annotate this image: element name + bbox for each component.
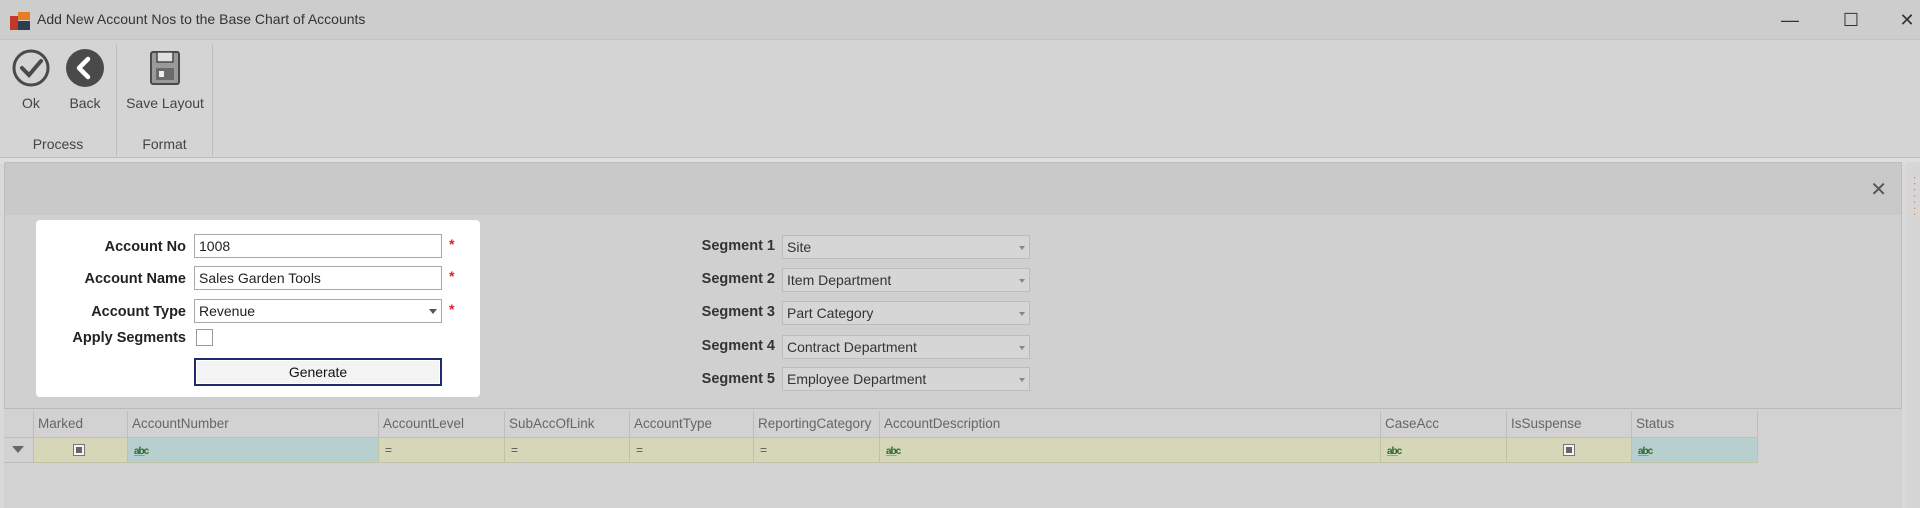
chevron-down-icon[interactable] xyxy=(1019,246,1025,250)
ribbon-group-process: Ok Back Process xyxy=(0,44,117,158)
segment-5-label: Segment 5 xyxy=(701,371,775,387)
text-filter-icon: a̲b̲c xyxy=(134,446,149,457)
segment-1-value: Site xyxy=(787,239,812,255)
column-header-is-suspense[interactable]: IsSuspense xyxy=(1507,411,1632,437)
filter-cell-sub-acc-of-link[interactable]: = xyxy=(505,437,630,463)
segment-2-value: Item Department xyxy=(787,272,892,288)
column-header-case-acc[interactable]: CaseAcc xyxy=(1381,411,1507,437)
apply-segments-checkbox[interactable] xyxy=(196,329,213,346)
filter-cell-status[interactable]: a̲b̲c xyxy=(1632,437,1758,463)
minimize-button[interactable]: — xyxy=(1775,8,1805,32)
segment-1-select[interactable]: Site xyxy=(782,235,1030,259)
column-header-marked[interactable]: Marked xyxy=(34,411,128,437)
account-type-select[interactable]: Revenue xyxy=(194,299,442,323)
grid-row-indicator-header xyxy=(4,411,34,437)
account-form: Account No 1008 * Account Name Sales Gar… xyxy=(36,220,480,397)
segment-3-value: Part Category xyxy=(787,305,874,321)
column-header-account-level[interactable]: AccountLevel xyxy=(379,411,505,437)
filter-cell-is-suspense[interactable] xyxy=(1507,437,1632,463)
column-header-account-number[interactable]: AccountNumber xyxy=(128,411,379,437)
back-arrow-icon xyxy=(66,49,104,87)
column-header-account-type[interactable]: AccountType xyxy=(630,411,754,437)
segment-5-select[interactable]: Employee Department xyxy=(782,367,1030,391)
filter-cell-case-acc[interactable]: a̲b̲c xyxy=(1381,437,1507,463)
account-name-input[interactable]: Sales Garden Tools xyxy=(194,266,442,290)
title-bar: Add New Account Nos to the Base Chart of… xyxy=(0,0,1920,40)
window-title: Add New Account Nos to the Base Chart of… xyxy=(37,11,366,27)
ribbon-group-label-process: Process xyxy=(32,136,84,152)
segment-1-label: Segment 1 xyxy=(701,238,775,254)
column-header-status[interactable]: Status xyxy=(1632,411,1758,437)
segment-3-label: Segment 3 xyxy=(701,304,775,320)
save-layout-label: Save Layout xyxy=(126,95,204,111)
generate-button[interactable]: Generate xyxy=(194,358,442,386)
ribbon-group-format: Save Layout Format xyxy=(117,44,213,158)
save-layout-icon xyxy=(150,51,180,85)
close-button[interactable]: ✕ xyxy=(1892,8,1920,32)
account-no-required: * xyxy=(449,236,455,252)
accounts-grid: Marked AccountNumber AccountLevel SubAcc… xyxy=(4,408,1902,508)
equals-filter-icon: = xyxy=(511,443,519,457)
column-header-reporting-category[interactable]: ReportingCategory xyxy=(754,411,880,437)
chevron-down-icon[interactable] xyxy=(1019,312,1025,316)
text-filter-icon: a̲b̲c xyxy=(886,446,901,457)
checkbox-filter-icon[interactable] xyxy=(73,444,85,456)
back-button-label: Back xyxy=(69,95,101,111)
chevron-down-icon[interactable] xyxy=(1019,346,1025,350)
segment-2-label: Segment 2 xyxy=(701,271,775,287)
column-header-account-description[interactable]: AccountDescription xyxy=(880,411,1381,437)
ok-button[interactable]: Ok xyxy=(10,48,52,111)
chevron-down-icon[interactable] xyxy=(1019,378,1025,382)
segment-4-value: Contract Department xyxy=(787,339,917,355)
filter-cell-reporting-category[interactable]: = xyxy=(754,437,880,463)
ok-button-label: Ok xyxy=(22,95,40,111)
apply-segments-label: Apply Segments xyxy=(72,330,186,346)
equals-filter-icon: = xyxy=(636,443,644,457)
chevron-down-icon[interactable] xyxy=(1019,279,1025,283)
chevron-down-icon[interactable] xyxy=(429,309,437,314)
panel-close-icon[interactable]: ✕ xyxy=(1870,177,1887,202)
filter-cell-marked[interactable] xyxy=(34,437,128,463)
filter-cell-account-description[interactable]: a̲b̲c xyxy=(880,437,1381,463)
back-button[interactable]: Back xyxy=(63,48,107,111)
panel-header: ✕ xyxy=(5,163,1901,215)
account-type-required: * xyxy=(449,301,455,317)
segment-4-label: Segment 4 xyxy=(701,338,775,354)
account-type-value: Revenue xyxy=(199,303,256,319)
app-logo-icon xyxy=(10,12,30,30)
equals-filter-icon: = xyxy=(385,443,393,457)
maximize-button[interactable]: ☐ xyxy=(1836,8,1866,32)
filter-cell-account-level[interactable]: = xyxy=(379,437,505,463)
segment-3-select[interactable]: Part Category xyxy=(782,301,1030,325)
ribbon-toolbar: Ok Back Process Save Layout Format xyxy=(0,40,1920,158)
filter-cell-account-type[interactable]: = xyxy=(630,437,754,463)
segment-4-select[interactable]: Contract Department xyxy=(782,335,1030,359)
segment-2-select[interactable]: Item Department xyxy=(782,268,1030,292)
text-filter-icon: a̲b̲c xyxy=(1387,446,1402,457)
column-header-sub-acc-of-link[interactable]: SubAccOfLink xyxy=(505,411,630,437)
account-name-required: * xyxy=(449,268,455,284)
check-circle-icon xyxy=(12,49,50,87)
filter-row-indicator xyxy=(4,437,34,463)
account-no-label: Account No xyxy=(104,239,186,255)
ribbon-group-label-format: Format xyxy=(142,136,187,152)
filter-icon xyxy=(12,446,24,453)
account-name-label: Account Name xyxy=(84,271,186,287)
checkbox-filter-icon[interactable] xyxy=(1563,444,1575,456)
filter-cell-account-number[interactable]: a̲b̲c xyxy=(128,437,379,463)
save-layout-button[interactable]: Save Layout xyxy=(125,48,205,111)
equals-filter-icon: = xyxy=(760,443,768,457)
account-type-label: Account Type xyxy=(91,304,186,320)
segment-5-value: Employee Department xyxy=(787,371,927,387)
account-no-input[interactable]: 1008 xyxy=(194,234,442,258)
side-dock-marker: · · · · · · · xyxy=(1909,176,1920,216)
text-filter-icon: a̲b̲c xyxy=(1638,446,1653,457)
side-dock-strip[interactable]: · · · · · · · xyxy=(1906,162,1920,508)
